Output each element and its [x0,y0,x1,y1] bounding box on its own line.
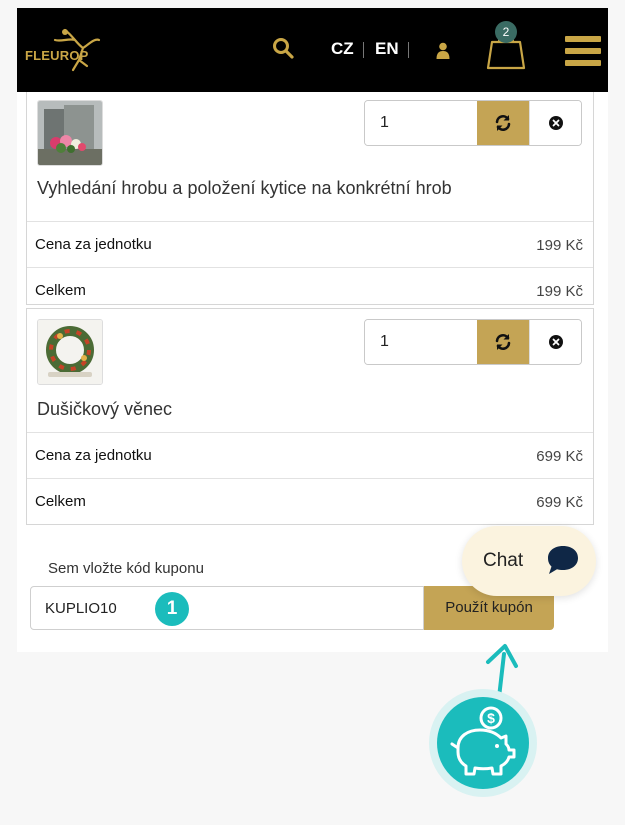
language-divider [363,42,364,58]
unit-price-row: Cena za jednotku 699 Kč [27,432,593,478]
step-number-badge: 1 [155,592,189,626]
cart-item: Dušičkový věnec Cena za jednotku 699 Kč … [26,308,594,525]
grave-flowers-image [38,101,102,165]
unit-price-row: Cena za jednotku 199 Kč [27,221,593,267]
product-thumbnail[interactable] [37,100,103,166]
quantity-control [364,319,582,365]
update-quantity-button[interactable] [477,101,529,145]
chat-bubble-icon [548,546,578,574]
logo-text: FLEUROP [25,48,89,63]
refresh-icon [495,334,511,350]
cart-count-badge: 2 [495,21,517,43]
total-value: 199 Kč [536,283,583,300]
close-circle-icon [549,335,563,349]
coupon-code-value: KUPLIO10 [45,600,117,617]
update-quantity-button[interactable] [477,320,529,364]
product-thumbnail[interactable] [37,319,103,385]
total-row: Celkem 699 Kč [27,478,593,524]
piggy-bank-icon: $ [429,689,537,797]
hamburger-menu-icon[interactable] [565,36,601,66]
total-value: 699 Kč [536,494,583,511]
search-icon[interactable] [271,36,295,60]
total-label: Celkem [35,282,86,299]
quantity-input[interactable] [365,101,477,145]
coupon-label: Sem vložte kód kuponu [48,560,204,577]
unit-price-value: 199 Kč [536,237,583,254]
chat-widget-button[interactable]: Chat [462,526,596,596]
remove-item-button[interactable] [529,320,581,364]
header-divider [408,42,409,58]
unit-price-label: Cena za jednotku [35,236,152,253]
user-icon[interactable] [436,42,450,59]
total-label: Celkem [35,493,86,510]
product-name[interactable]: Vyhledání hrobu a položení kytice na kon… [37,178,452,199]
svg-text:$: $ [487,710,495,726]
remove-item-button[interactable] [529,101,581,145]
fleurop-logo[interactable]: FLEUROP [25,26,115,74]
close-circle-icon [549,116,563,130]
refresh-icon [495,115,511,131]
unit-price-value: 699 Kč [536,448,583,465]
product-name[interactable]: Dušičkový věnec [37,399,172,420]
coupon-input[interactable]: KUPLIO10 1 [30,586,424,630]
language-cz-link[interactable]: CZ [331,39,354,59]
quantity-input[interactable] [365,320,477,364]
cart-item: Vyhledání hrobu a položení kytice na kon… [26,92,594,305]
total-row: Celkem 199 Kč [27,267,593,313]
unit-price-label: Cena za jednotku [35,447,152,464]
language-en-link[interactable]: EN [375,39,399,59]
quantity-control [364,100,582,146]
chat-label: Chat [483,550,524,571]
wreath-image [38,320,102,384]
header-bar: FLEUROP CZ EN 2 [17,8,608,92]
